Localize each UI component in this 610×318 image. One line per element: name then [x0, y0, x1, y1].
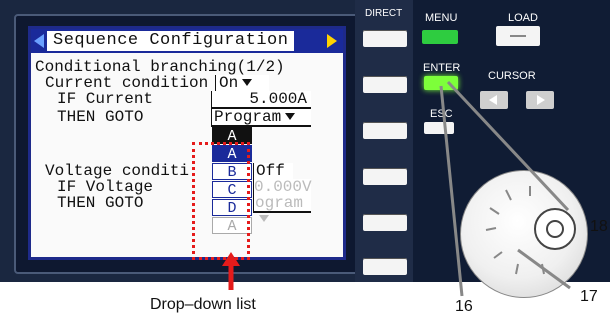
callout-lines [222, 80, 571, 297]
dropdown-list-caption: Drop–down list [150, 296, 256, 313]
callout-16: 16 [455, 298, 473, 315]
callout-18: 18 [590, 218, 608, 235]
callout-17: 17 [580, 288, 598, 305]
